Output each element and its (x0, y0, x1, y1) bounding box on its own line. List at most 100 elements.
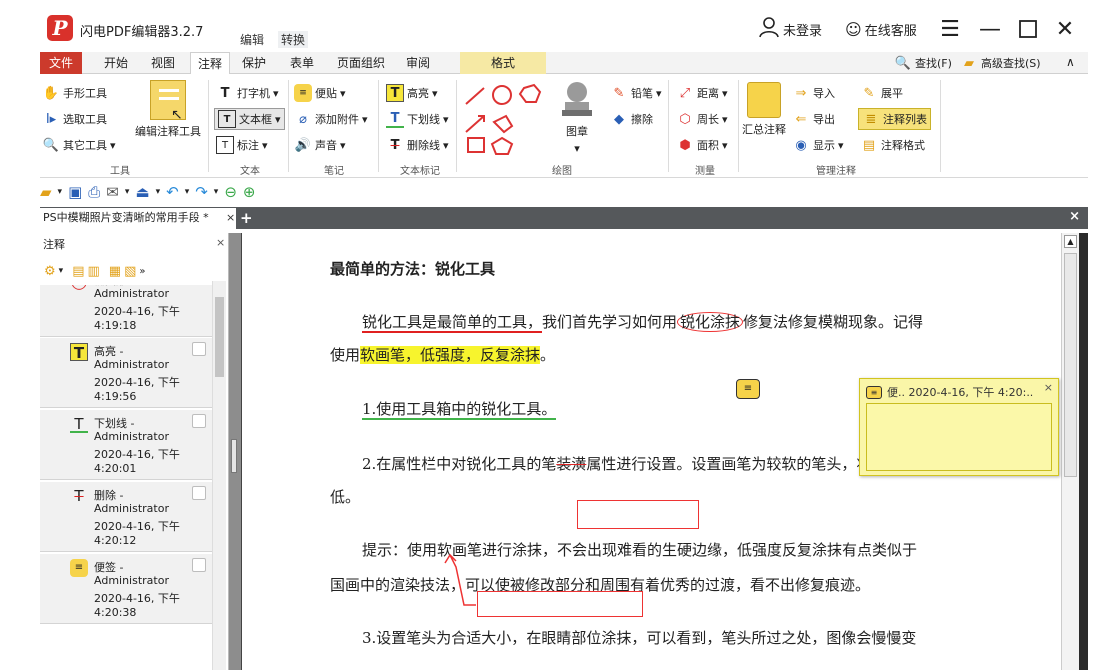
tab-home[interactable]: 开始 (92, 52, 140, 74)
find-button[interactable]: 🔍 查找(F) (894, 54, 952, 72)
distance-button[interactable]: ⤢ 距离 ▾ (676, 84, 728, 102)
sticky-note-popup[interactable]: ≡ 便.. 2020-4-16, 下午 4:20:.. × (859, 378, 1059, 476)
chevron-down-icon[interactable]: ▾ (58, 187, 63, 197)
tab-review[interactable]: 审阅 (396, 52, 440, 74)
callout-textbox[interactable] (477, 591, 643, 617)
forward-icon[interactable]: ⊕ (243, 183, 256, 201)
settings-icon[interactable]: ⚙ (44, 264, 56, 279)
callout-button[interactable]: T 标注 ▾ (216, 136, 268, 154)
close-document-icon[interactable]: × (1069, 209, 1080, 224)
print-icon[interactable]: ⎙ (88, 183, 100, 201)
chevron-down-icon[interactable]: ▾ (214, 187, 219, 197)
tab-file[interactable]: 文件 (40, 52, 82, 74)
tab-annotate[interactable]: 注释 (190, 52, 230, 75)
close-tab-icon[interactable]: × (226, 211, 235, 224)
next-annotation-icon[interactable]: ▧ (124, 264, 136, 279)
close-window-icon[interactable]: ✕ (1050, 14, 1080, 44)
hand-tool-button[interactable]: ✋ 手形工具 (42, 84, 107, 102)
textbox-button[interactable]: T 文本框 ▾ (214, 108, 285, 130)
underline-button[interactable]: T 下划线 ▾ (386, 110, 449, 128)
collapse-ribbon-icon[interactable]: ∧ (1066, 55, 1075, 69)
more-icon[interactable]: » (139, 266, 145, 277)
mode-convert-tab[interactable]: 转换 (278, 31, 309, 48)
sticky-note-marker-icon[interactable]: ≡ (736, 379, 760, 399)
tab-page-organize[interactable]: 页面组织 (330, 52, 392, 74)
list-item[interactable]: T 下划线 - Administrator 2020-4-16, 下午 4:20… (40, 410, 212, 480)
sticky-close-icon[interactable]: × (1044, 381, 1053, 394)
menu-icon[interactable]: ☰ (935, 14, 965, 44)
underline-annotation[interactable]: 锐化工具是最简单的工具， (362, 313, 543, 333)
scroll-up-icon[interactable]: ▲ (1064, 235, 1077, 248)
email-icon[interactable]: ✉ (106, 183, 119, 201)
login-button[interactable]: 未登录 (758, 16, 822, 40)
redo-icon[interactable]: ↷ (195, 183, 208, 201)
tab-protect[interactable]: 保护 (232, 52, 276, 74)
prev-annotation-icon[interactable]: ▦ (109, 264, 121, 279)
annotation-checkbox[interactable] (192, 486, 206, 500)
attach-file-button[interactable]: ⌀ 添加附件 ▾ (294, 110, 367, 128)
panel-scroll-thumb[interactable] (215, 297, 224, 377)
minimize-icon[interactable]: — (975, 14, 1005, 44)
add-tab-icon[interactable]: + (240, 209, 253, 227)
document-scroll-thumb[interactable] (1064, 253, 1077, 477)
collapse-all-icon[interactable]: ▥ (87, 264, 99, 279)
save-icon[interactable]: ▣ (68, 183, 82, 201)
mode-edit-tab[interactable]: 编辑 (240, 31, 264, 48)
perimeter-button[interactable]: ⬡ 周长 ▾ (676, 110, 727, 128)
eraser-button[interactable]: ◆ 擦除 (610, 110, 653, 128)
splitter-grip[interactable] (231, 439, 237, 473)
export-button[interactable]: ⇐ 导出 (792, 110, 835, 128)
chevron-down-icon[interactable]: ▾ (125, 187, 130, 197)
strikeout-button[interactable]: T 删除线 ▾ (386, 136, 449, 154)
tab-format[interactable]: 格式 (460, 52, 546, 74)
maximize-icon[interactable] (1013, 14, 1043, 44)
edit-annotation-tool-button[interactable]: ↖ 编辑注释工具 (135, 80, 201, 139)
annotation-list-button[interactable]: ≣ 注释列表 (858, 108, 931, 130)
open-folder-icon[interactable]: ▰ (40, 183, 52, 201)
tab-form[interactable]: 表单 (280, 52, 324, 74)
chevron-down-icon[interactable]: ▾ (185, 187, 190, 197)
chevron-down-icon[interactable]: ▾ (156, 187, 161, 197)
online-service-button[interactable]: ☺ 在线客服 (845, 18, 917, 40)
show-button[interactable]: ◉ 显示 ▾ (792, 136, 843, 154)
list-item[interactable]: ◯ 椭圆形 - Administrator 2020-4-16, 下午 4:19… (40, 285, 212, 337)
tab-view[interactable]: 视图 (140, 52, 186, 74)
other-tools-button[interactable]: 🔍 其它工具 ▾ (42, 136, 116, 154)
summarize-annotations-button[interactable]: 汇总注释 (742, 82, 786, 137)
back-icon[interactable]: ⊖ (224, 183, 237, 201)
sound-button[interactable]: 🔊 声音 ▾ (294, 136, 346, 154)
list-item[interactable]: T 删除 - Administrator 2020-4-16, 下午 4:20:… (40, 482, 212, 552)
annotation-checkbox[interactable] (192, 558, 206, 572)
highlight-annotation[interactable]: 软画笔，低强度，反复涂抹 (360, 346, 541, 364)
undo-icon[interactable]: ↶ (166, 183, 179, 201)
expand-all-icon[interactable]: ▤ (72, 264, 84, 279)
underline-annotation[interactable]: 1.使用工具箱中的锐化工具。 (362, 400, 557, 420)
document-scrollbar[interactable]: ▲ (1061, 233, 1079, 670)
flatten-button[interactable]: ✎ 展平 (860, 84, 903, 102)
list-item[interactable]: T 高亮 - Administrator 2020-4-16, 下午 4:19:… (40, 338, 212, 408)
advanced-find-button[interactable]: ▰ 高级查找(S) (960, 54, 1041, 72)
highlight-button[interactable]: T 高亮 ▾ (386, 84, 438, 102)
stamp-button[interactable]: 图章 ▾ (560, 80, 594, 155)
sticky-note-button[interactable]: ≡ 便贴 ▾ (294, 84, 346, 102)
area-button[interactable]: ⬢ 面积 ▾ (676, 136, 727, 154)
typewriter-button[interactable]: T 打字机 ▾ (216, 84, 279, 102)
panel-splitter[interactable] (229, 233, 241, 670)
select-tool-button[interactable]: I▸ 选取工具 (42, 110, 107, 128)
rectangle-annotation[interactable] (577, 500, 699, 529)
document-tab[interactable]: PS中模糊照片变清晰的常用手段 * (40, 208, 236, 229)
sticky-note-textarea[interactable] (866, 403, 1052, 471)
strikeout-annotation[interactable]: 装潢 (556, 455, 586, 473)
annotation-checkbox[interactable] (192, 342, 206, 356)
annotation-checkbox[interactable] (192, 414, 206, 428)
chevron-down-icon[interactable]: ▾ (59, 266, 64, 276)
chevron-down-icon: ▾ (275, 112, 281, 126)
import-button[interactable]: ⇒ 导入 (792, 84, 835, 102)
panel-close-icon[interactable]: × (216, 236, 225, 249)
scanner-icon[interactable]: ⏏ (135, 183, 149, 201)
panel-scrollbar[interactable] (212, 281, 226, 670)
ellipse-annotation[interactable]: 锐化涂抹 (677, 312, 744, 332)
annotation-format-button[interactable]: ▤ 注释格式 (860, 136, 925, 154)
list-item[interactable]: ≡ 便签 - Administrator 2020-4-16, 下午 4:20:… (40, 554, 212, 624)
pencil-button[interactable]: ✎ 铅笔 ▾ (610, 84, 662, 102)
